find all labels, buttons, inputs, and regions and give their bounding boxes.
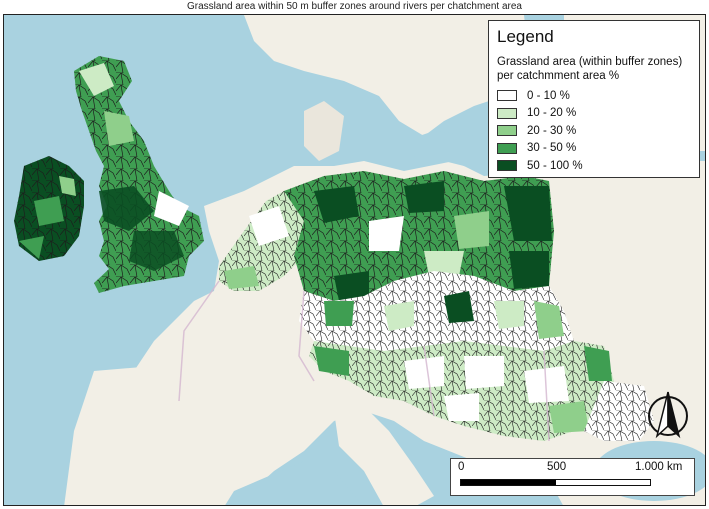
legend-swatch (497, 107, 517, 119)
scale-bar: 0 500 1.000 km (450, 458, 695, 496)
legend-label: 50 - 100 % (527, 159, 583, 172)
scale-label-start: 0 (458, 461, 465, 473)
legend-item: 50 - 100 % (497, 157, 691, 175)
scale-bar-fill (461, 480, 556, 485)
legend-label: 0 - 10 % (527, 89, 570, 102)
legend-item: 0 - 10 % (497, 87, 691, 105)
map-root: Grassland area within 50 m buffer zones … (0, 0, 709, 509)
scale-label-mid: 500 (547, 461, 567, 473)
legend-swatch (497, 142, 517, 154)
legend-label: 30 - 50 % (527, 142, 577, 155)
legend-swatch (497, 90, 517, 102)
scale-bar-track (460, 479, 651, 486)
north-arrow-icon (645, 388, 691, 444)
legend-label: 20 - 30 % (527, 124, 577, 137)
legend-item: 20 - 30 % (497, 122, 691, 140)
map-title: Grassland area within 50 m buffer zones … (187, 1, 522, 12)
legend-item: 10 - 20 % (497, 105, 691, 123)
legend-swatch (497, 160, 517, 172)
legend-item: 30 - 50 % (497, 140, 691, 158)
legend: Legend Grassland area (within buffer zon… (488, 20, 700, 178)
legend-label: 10 - 20 % (527, 107, 577, 120)
legend-swatch (497, 125, 517, 137)
scale-label-end: 1.000 km (635, 461, 683, 473)
legend-title: Legend (497, 27, 554, 46)
legend-subtitle: Grassland area (within buffer zones) per… (497, 56, 683, 82)
